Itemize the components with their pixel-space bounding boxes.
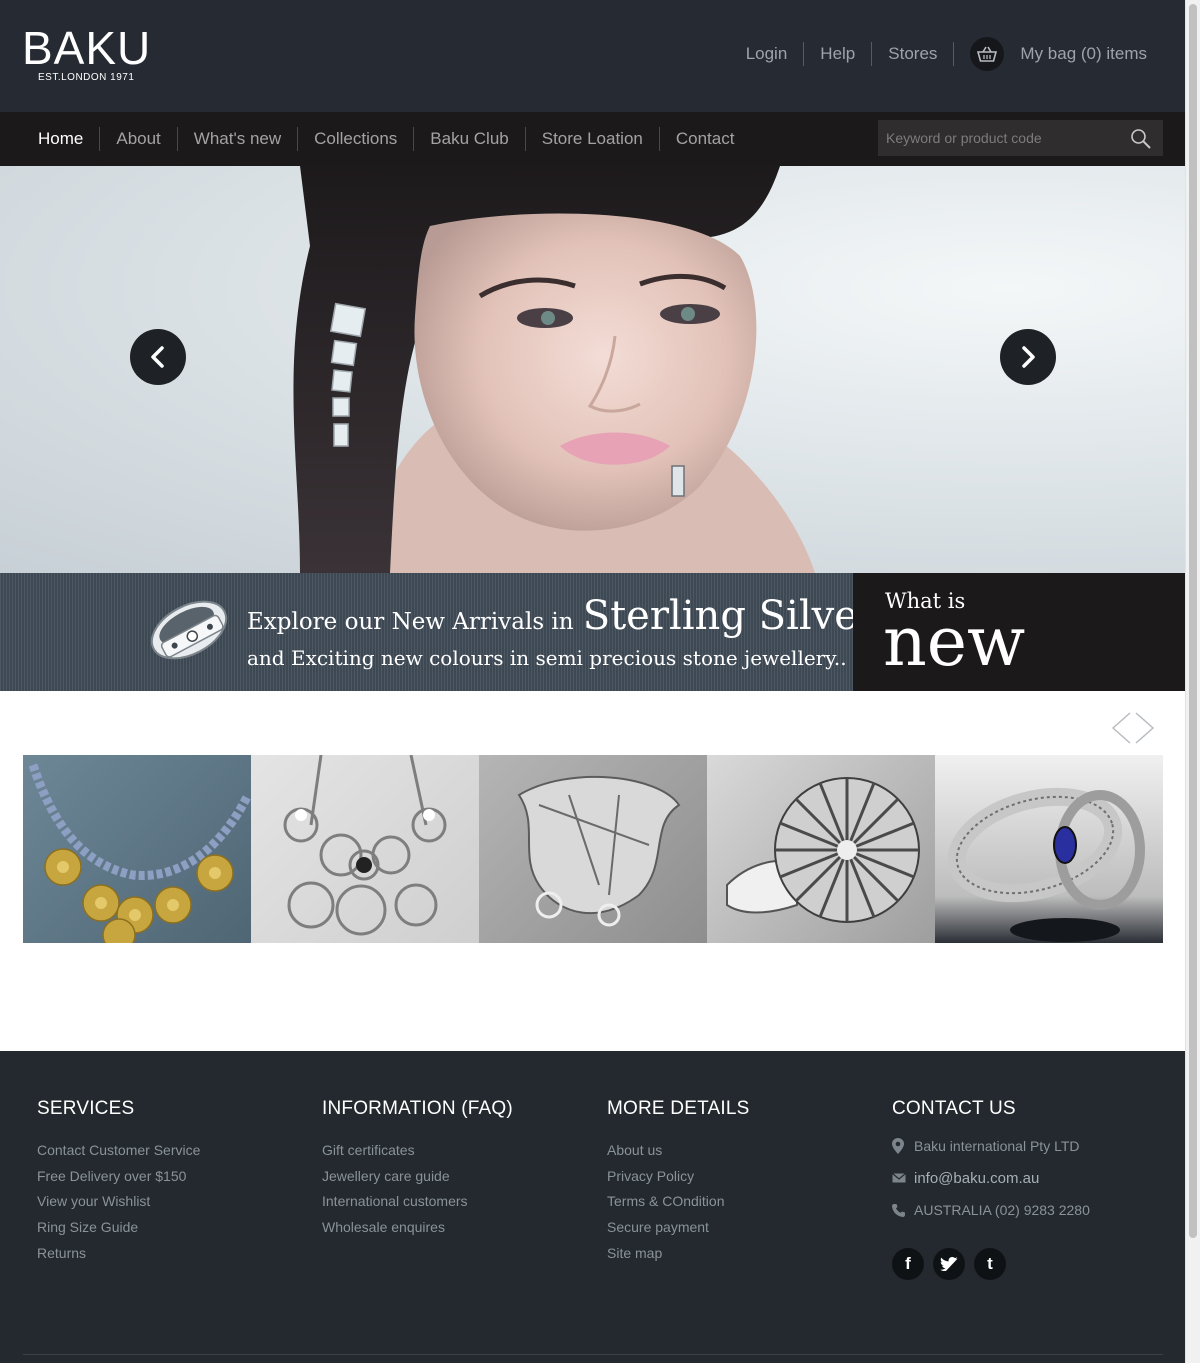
footer-link-privacy-policy[interactable]: Privacy Policy bbox=[607, 1164, 867, 1190]
search-box bbox=[878, 120, 1163, 156]
promo-subline: and Exciting new colours in semi preciou… bbox=[247, 646, 847, 670]
utility-links: Login Help Stores My bag (0) items bbox=[730, 37, 1147, 71]
social-links: f t bbox=[892, 1248, 1152, 1280]
scrollbar-thumb[interactable] bbox=[1189, 4, 1197, 1238]
footer-information-title: INFORMATION (FAQ) bbox=[322, 1098, 513, 1119]
footer-information: INFORMATION (FAQ) Gift certificates Jewe… bbox=[322, 1098, 582, 1241]
footer-link-free-delivery[interactable]: Free Delivery over $150 bbox=[37, 1164, 297, 1190]
search-input[interactable] bbox=[878, 120, 1123, 156]
footer-link-site-map[interactable]: Site map bbox=[607, 1241, 867, 1267]
promo-headline-emphasis: Sterling Silver bbox=[582, 593, 878, 639]
gallery-item-silver-circles-necklace[interactable] bbox=[251, 755, 479, 943]
login-link[interactable]: Login bbox=[730, 42, 805, 66]
page: BAKU EST.LONDON 1971 Login Help Stores M… bbox=[0, 0, 1185, 1363]
footer-link-wholesale[interactable]: Wholesale enquires bbox=[322, 1215, 582, 1241]
footer-divider bbox=[23, 1354, 1163, 1355]
nav-item-contact[interactable]: Contact bbox=[658, 127, 751, 151]
site-header: BAKU EST.LONDON 1971 Login Help Stores M… bbox=[0, 0, 1185, 112]
footer-link-secure-payment[interactable]: Secure payment bbox=[607, 1215, 867, 1241]
contact-company: Baku international Pty LTD bbox=[914, 1138, 1080, 1154]
footer-contact-title: CONTACT US bbox=[892, 1098, 1016, 1119]
contact-phone-row: AUSTRALIA (02) 9283 2280 bbox=[892, 1194, 1152, 1226]
nav-item-whats-new[interactable]: What's new bbox=[176, 127, 297, 151]
facebook-icon[interactable]: f bbox=[892, 1248, 924, 1280]
what-is-new-panel[interactable]: What is new bbox=[853, 573, 1185, 691]
search-icon[interactable] bbox=[1129, 127, 1153, 151]
nav-item-baku-club[interactable]: Baku Club bbox=[413, 127, 524, 151]
footer-link-jewellery-care[interactable]: Jewellery care guide bbox=[322, 1164, 582, 1190]
contact-email[interactable]: info@baku.com.au bbox=[914, 1170, 1039, 1187]
site-footer: SERVICES Contact Customer Service Free D… bbox=[0, 1051, 1185, 1363]
promo-headline-prefix: Explore our New Arrivals in bbox=[247, 609, 574, 635]
product-gallery bbox=[23, 755, 1163, 945]
logo-wordmark: BAKU bbox=[22, 22, 152, 74]
tumblr-icon[interactable]: t bbox=[974, 1248, 1006, 1280]
footer-link-international[interactable]: International customers bbox=[322, 1189, 582, 1215]
page-scrollbar[interactable] bbox=[1185, 0, 1200, 1363]
stores-link[interactable]: Stores bbox=[872, 42, 955, 66]
footer-link-terms[interactable]: Terms & COndition bbox=[607, 1189, 867, 1215]
gallery-item-silver-leaf-brooch[interactable] bbox=[479, 755, 707, 943]
contact-phone: AUSTRALIA (02) 9283 2280 bbox=[914, 1202, 1090, 1218]
gallery-item-gold-flower-necklace[interactable] bbox=[23, 755, 251, 943]
shopping-basket-icon[interactable] bbox=[970, 37, 1005, 71]
gallery-item-silver-sunburst-ring[interactable] bbox=[707, 755, 935, 943]
gallery-item-sapphire-twist-ring[interactable] bbox=[935, 755, 1163, 943]
slider-prev-button[interactable] bbox=[130, 329, 186, 385]
footer-link-returns[interactable]: Returns bbox=[37, 1241, 297, 1267]
baku-logo[interactable]: BAKU EST.LONDON 1971 bbox=[22, 22, 152, 86]
nav-item-collections[interactable]: Collections bbox=[297, 127, 413, 151]
footer-services-title: SERVICES bbox=[37, 1098, 135, 1119]
nav-item-home[interactable]: Home bbox=[22, 127, 99, 151]
footer-more-details-title: MORE DETAILS bbox=[607, 1098, 750, 1119]
footer-link-about-us[interactable]: About us bbox=[607, 1138, 867, 1164]
contact-email-row: info@baku.com.au bbox=[892, 1162, 1152, 1194]
footer-link-wishlist[interactable]: View your Wishlist bbox=[37, 1189, 297, 1215]
promo-banner[interactable]: Explore our New Arrivals in Sterling Sil… bbox=[0, 573, 877, 691]
nav-item-store-location[interactable]: Store Loation bbox=[524, 127, 659, 151]
main-nav: Home About What's new Collections Baku C… bbox=[0, 112, 1185, 166]
footer-services: SERVICES Contact Customer Service Free D… bbox=[37, 1098, 297, 1267]
gallery-prev-icon[interactable] bbox=[1111, 712, 1131, 744]
map-pin-icon bbox=[892, 1137, 914, 1155]
gallery-nav bbox=[1110, 711, 1156, 745]
footer-link-gift-certificates[interactable]: Gift certificates bbox=[322, 1138, 582, 1164]
silver-ring-image bbox=[150, 600, 228, 660]
chevron-left-icon bbox=[151, 346, 164, 368]
footer-link-ring-size-guide[interactable]: Ring Size Guide bbox=[37, 1215, 297, 1241]
phone-icon bbox=[892, 1201, 914, 1219]
help-link[interactable]: Help bbox=[804, 42, 873, 66]
chevron-right-icon bbox=[1022, 346, 1035, 368]
twitter-icon[interactable] bbox=[933, 1248, 965, 1280]
gallery-next-icon[interactable] bbox=[1135, 712, 1155, 744]
footer-more-details: MORE DETAILS About us Privacy Policy Ter… bbox=[607, 1098, 867, 1267]
promo-headline: Explore our New Arrivals in Sterling Sil… bbox=[247, 593, 877, 639]
contact-company-row: Baku international Pty LTD bbox=[892, 1130, 1152, 1162]
footer-link-contact-customer-service[interactable]: Contact Customer Service bbox=[37, 1138, 297, 1164]
footer-contact: CONTACT US Baku international Pty LTD in… bbox=[892, 1098, 1152, 1280]
hero-slider bbox=[0, 166, 1185, 573]
my-bag-link[interactable]: My bag (0) items bbox=[1020, 44, 1147, 64]
new-label: new bbox=[883, 603, 1026, 682]
nav-item-about[interactable]: About bbox=[99, 127, 176, 151]
logo-tagline: EST.LONDON 1971 bbox=[38, 72, 135, 83]
slider-next-button[interactable] bbox=[1000, 329, 1056, 385]
envelope-icon bbox=[892, 1169, 914, 1187]
